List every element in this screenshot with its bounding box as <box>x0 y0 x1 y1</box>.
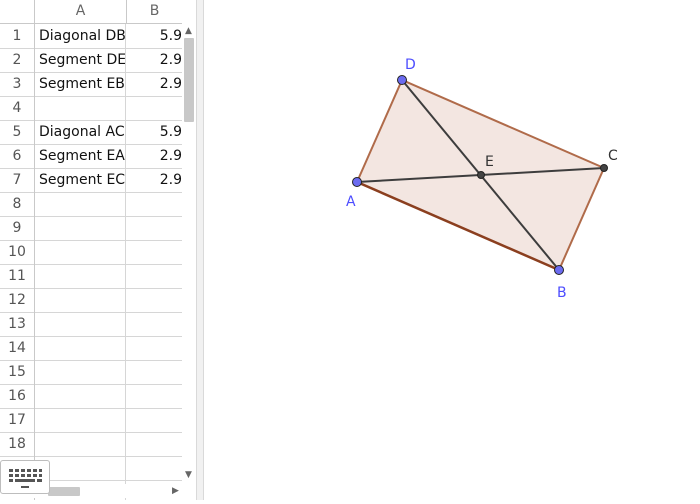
cell-b[interactable]: 2.9 <box>127 72 182 96</box>
scroll-up-icon[interactable]: ▲ <box>185 26 192 36</box>
cell-b[interactable] <box>127 384 182 408</box>
row-header[interactable]: 12 <box>0 288 35 312</box>
cell-b[interactable] <box>127 336 182 360</box>
cell-a[interactable] <box>35 336 126 360</box>
cell-b[interactable] <box>127 456 182 480</box>
cell-b[interactable] <box>127 312 182 336</box>
vertical-scroll-thumb[interactable] <box>184 38 194 122</box>
spreadsheet-row: 1 Diagonal DB 5.9 <box>0 24 182 49</box>
select-all-corner[interactable] <box>0 0 35 23</box>
point-a[interactable] <box>352 177 362 187</box>
point-d[interactable] <box>397 75 407 85</box>
cell-a[interactable]: Diagonal AC <box>35 120 126 144</box>
row-header[interactable]: 7 <box>0 168 35 192</box>
cell-b[interactable] <box>127 360 182 384</box>
cell-a[interactable] <box>35 384 126 408</box>
horizontal-scroll-thumb[interactable] <box>48 487 80 496</box>
label-b: B <box>557 285 567 301</box>
cell-b[interactable]: 2.9 <box>127 48 182 72</box>
spreadsheet-row: 16 <box>0 384 182 409</box>
spreadsheet-row: 11 <box>0 264 182 289</box>
keyboard-button[interactable] <box>0 460 50 494</box>
point-c[interactable] <box>600 164 608 172</box>
spreadsheet-row: 18 <box>0 432 182 457</box>
column-header-bar: A B <box>0 0 182 24</box>
scroll-right-icon[interactable]: ▶ <box>172 486 179 496</box>
row-header[interactable]: 15 <box>0 360 35 384</box>
label-e: E <box>485 154 494 170</box>
cell-a[interactable] <box>35 312 126 336</box>
spreadsheet-row: 10 <box>0 240 182 265</box>
row-header[interactable]: 4 <box>0 96 35 120</box>
row-header[interactable]: 2 <box>0 48 35 72</box>
spreadsheet-row: 14 <box>0 336 182 361</box>
cell-a[interactable] <box>35 216 126 240</box>
cell-a[interactable] <box>35 192 126 216</box>
row-header[interactable]: 18 <box>0 432 35 456</box>
spreadsheet-row: 8 <box>0 192 182 217</box>
row-header[interactable]: 11 <box>0 264 35 288</box>
cell-b[interactable]: 2.9 <box>127 168 182 192</box>
row-header[interactable]: 10 <box>0 240 35 264</box>
row-header[interactable]: 9 <box>0 216 35 240</box>
cell-b[interactable]: 5.9 <box>127 24 182 48</box>
cell-b[interactable] <box>127 408 182 432</box>
cell-a[interactable] <box>35 240 126 264</box>
spreadsheet-row: 7 Segment EC 2.9 <box>0 168 182 193</box>
cell-a[interactable] <box>35 96 126 120</box>
spreadsheet-row: 3 Segment EB 2.9 <box>0 72 182 97</box>
cell-b[interactable] <box>127 264 182 288</box>
graphics-view[interactable]: A B C D E <box>204 0 700 500</box>
spreadsheet-row: 6 Segment EA 2.9 <box>0 144 182 169</box>
spreadsheet-row: 15 <box>0 360 182 385</box>
spreadsheet-row: 12 <box>0 288 182 313</box>
cell-a[interactable] <box>35 408 126 432</box>
cell-b[interactable] <box>127 216 182 240</box>
spreadsheet-row: 17 <box>0 408 182 433</box>
spreadsheet-row: 9 <box>0 216 182 241</box>
row-header[interactable]: 13 <box>0 312 35 336</box>
cell-b[interactable] <box>127 192 182 216</box>
row-header[interactable]: 16 <box>0 384 35 408</box>
row-header[interactable]: 17 <box>0 408 35 432</box>
keyboard-icon <box>9 469 42 488</box>
cell-a[interactable]: Segment EB <box>35 72 126 96</box>
scroll-down-icon[interactable]: ▼ <box>185 470 192 480</box>
row-header[interactable]: 8 <box>0 192 35 216</box>
cell-b[interactable] <box>127 288 182 312</box>
spreadsheet-view: A B 1 Diagonal DB 5.9 2 Segment DE 2.9 3 Segmen… <box>0 0 196 500</box>
vertical-scrollbar[interactable]: ▲ ▼ <box>182 24 196 484</box>
cell-a[interactable]: Segment DE <box>35 48 126 72</box>
column-header-a[interactable]: A <box>35 0 127 23</box>
cell-b[interactable]: 5.9 <box>127 120 182 144</box>
column-header-b[interactable]: B <box>127 0 182 23</box>
point-b[interactable] <box>554 265 564 275</box>
spreadsheet-row: 13 <box>0 312 182 337</box>
cell-a[interactable] <box>35 288 126 312</box>
cell-a[interactable]: Segment EC <box>35 168 126 192</box>
cell-b[interactable] <box>127 432 182 456</box>
cell-a[interactable] <box>35 360 126 384</box>
label-c: C <box>608 148 618 164</box>
row-header[interactable]: 3 <box>0 72 35 96</box>
row-header[interactable]: 1 <box>0 24 35 48</box>
row-header[interactable]: 6 <box>0 144 35 168</box>
cell-a[interactable]: Diagonal DB <box>35 24 126 48</box>
label-a: A <box>346 194 356 210</box>
spreadsheet-row: 2 Segment DE 2.9 <box>0 48 182 73</box>
spreadsheet-row: 5 Diagonal AC 5.9 <box>0 120 182 145</box>
row-header[interactable]: 5 <box>0 120 35 144</box>
point-e[interactable] <box>477 171 485 179</box>
cell-a[interactable]: Segment EA <box>35 144 126 168</box>
panel-divider[interactable] <box>196 0 204 500</box>
spreadsheet-row: 4 <box>0 96 182 121</box>
cell-b[interactable]: 2.9 <box>127 144 182 168</box>
cell-b[interactable] <box>127 96 182 120</box>
cell-a[interactable] <box>35 432 126 456</box>
label-d: D <box>405 57 416 73</box>
cell-a[interactable] <box>35 264 126 288</box>
row-header[interactable]: 14 <box>0 336 35 360</box>
cell-b[interactable] <box>127 240 182 264</box>
geometry-canvas[interactable]: A B C D E <box>204 0 700 500</box>
